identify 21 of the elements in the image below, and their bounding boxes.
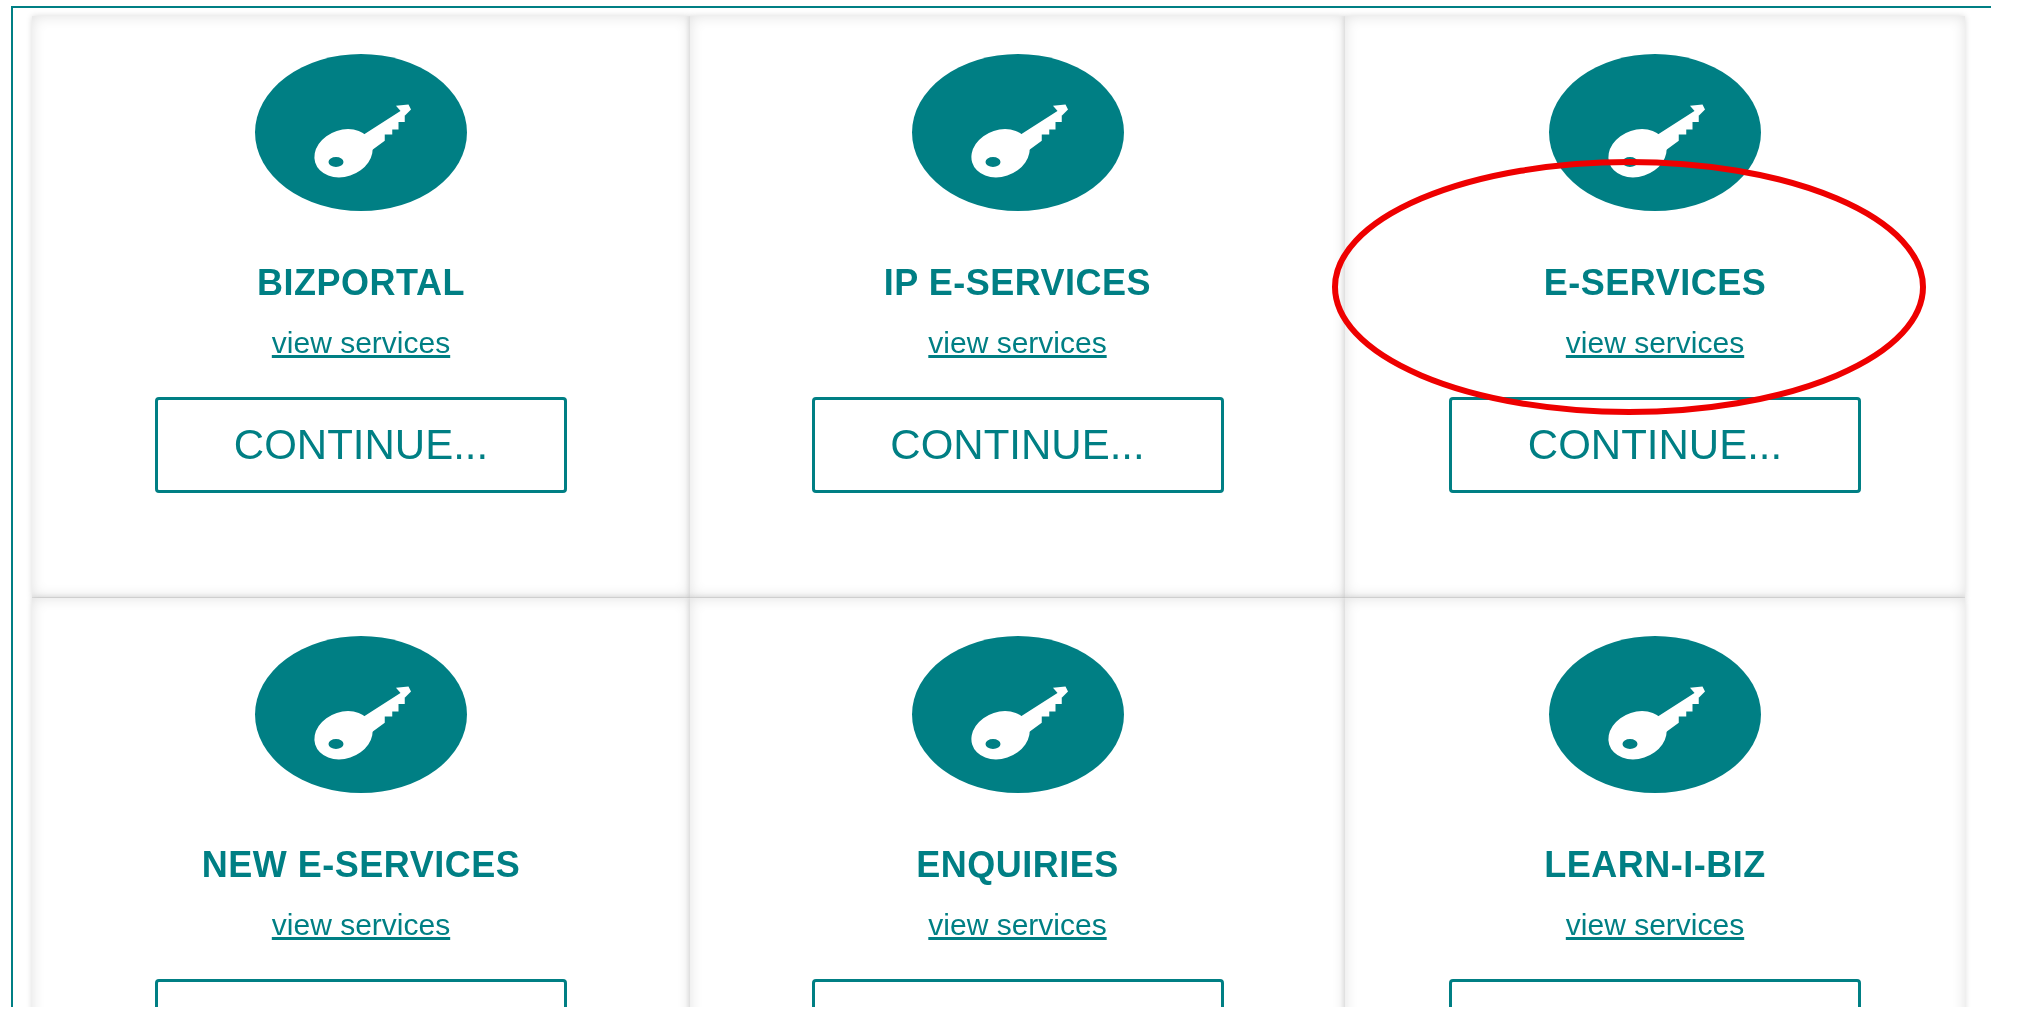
view-services-link[interactable]: view services [271,907,451,943]
continue-button[interactable]: CONTINUE... [155,397,567,493]
service-title: BIZPORTAL [257,263,465,303]
key-icon [1549,54,1761,211]
service-title: NEW E-SERVICES [201,845,521,885]
key-icon [255,636,467,793]
view-services-link[interactable]: view services [1565,325,1745,361]
key-icon [1549,636,1761,793]
view-services-link[interactable]: view services [928,907,1107,943]
continue-button[interactable]: CONTINUE... [1449,397,1861,493]
service-title: IP E-SERVICES [883,263,1152,303]
key-icon [255,54,467,211]
key-icon [911,54,1124,211]
key-icon [911,636,1124,793]
continue-button[interactable]: CONTINUE... [811,397,1224,493]
service-title: E-SERVICES [1543,263,1767,303]
service-title: ENQUIRIES [916,845,1119,885]
service-title: LEARN-I-BIZ [1544,845,1766,885]
view-services-link[interactable]: view services [271,325,451,361]
view-services-link[interactable]: view services [1565,907,1745,943]
view-services-link[interactable]: view services [928,325,1107,361]
